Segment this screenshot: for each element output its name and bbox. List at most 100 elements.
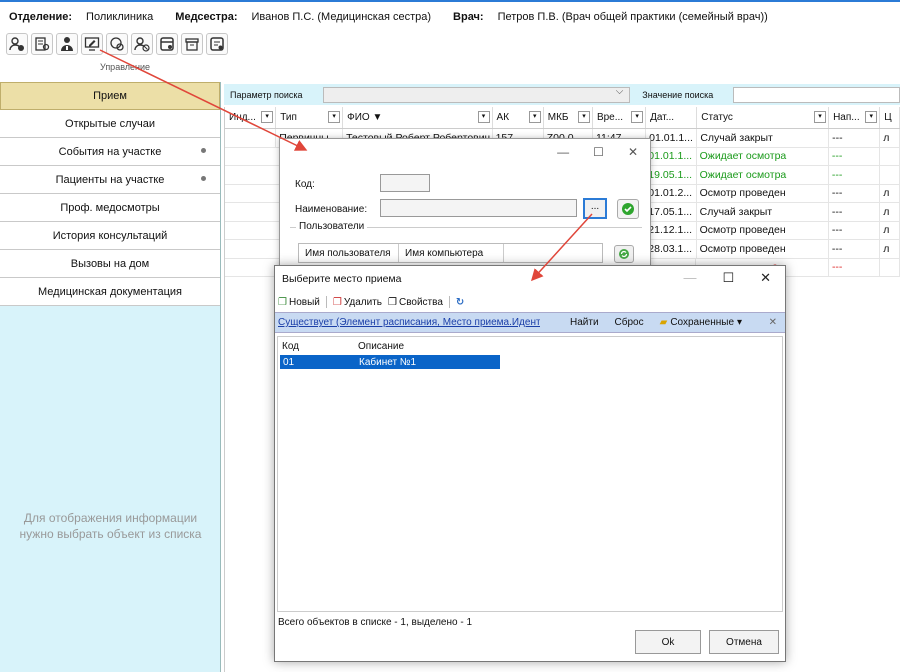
refresh-icon: [619, 249, 629, 259]
list-settings-button[interactable]: [206, 33, 228, 55]
window-button[interactable]: [156, 33, 178, 55]
sidebar-item-open-cases[interactable]: Открытые случаи: [0, 110, 220, 138]
search-param-select[interactable]: [323, 86, 631, 103]
cell-date: 01.01.2...: [645, 184, 697, 202]
list-item[interactable]: 01 Кабинет №1: [280, 355, 500, 369]
archive-icon: [185, 38, 199, 51]
new-doc-icon: ❐: [278, 296, 287, 308]
minimize-icon[interactable]: —: [683, 270, 696, 286]
col-c[interactable]: Ц: [880, 107, 900, 128]
minimize-icon[interactable]: —: [557, 145, 569, 159]
sidebar-item-area-patients[interactable]: Пациенты на участке: [0, 166, 220, 194]
col-computer: Имя компьютера: [399, 244, 504, 262]
col-type[interactable]: Тип ▾: [276, 107, 344, 128]
sidebar-item-label: Открытые случаи: [65, 117, 155, 130]
cell-status: Случай закрыт: [697, 203, 829, 221]
sidebar-item-checkups[interactable]: Проф. медосмотры: [0, 194, 220, 222]
cell-direction: ---: [829, 203, 881, 221]
filter-expression-link[interactable]: Существует (Элемент расписания, Место пр…: [278, 317, 540, 328]
monitor-button[interactable]: [81, 33, 103, 55]
filter-icon[interactable]: ▾: [814, 111, 827, 123]
new-button[interactable]: ❐ Новый: [278, 297, 320, 308]
chat-icon: [110, 37, 124, 51]
doctor-button[interactable]: [56, 33, 78, 55]
properties-button[interactable]: ❐ Свойства: [388, 297, 443, 308]
filter-icon[interactable]: ▾: [631, 111, 644, 123]
toolbar-separator: [448, 296, 450, 308]
col-ak[interactable]: АК ▾: [493, 107, 544, 128]
search-value-input[interactable]: [732, 86, 900, 103]
cell-date: 01.01.1...: [645, 147, 697, 165]
ok-button[interactable]: Ok: [635, 630, 701, 654]
card-button[interactable]: [31, 33, 53, 55]
sidebar-item-label: События на участке: [58, 145, 162, 158]
close-icon[interactable]: ✕: [628, 145, 638, 159]
search-bar: Параметр поиска Значение поиска: [224, 84, 900, 105]
item-description: Кабинет №1: [359, 356, 417, 368]
find-button[interactable]: Найти: [570, 317, 599, 328]
refresh-list-button[interactable]: ↻: [456, 297, 464, 308]
maximize-icon[interactable]: ☐: [722, 270, 734, 286]
dept-value: Поликлиника: [86, 11, 154, 23]
sidebar-item-reception[interactable]: Прием: [0, 82, 220, 110]
col-time[interactable]: Вре... ▾: [593, 107, 647, 128]
select-place-button[interactable]: ...: [583, 198, 607, 219]
item-code: 01: [283, 356, 295, 368]
reset-button[interactable]: Сброс: [615, 317, 644, 328]
cell-status: Осмотр проведен: [697, 221, 829, 239]
cell-direction: ---: [829, 184, 881, 202]
doctor-label: Врач:: [453, 11, 484, 23]
chat-button[interactable]: [106, 33, 128, 55]
sidebar-item-area-events[interactable]: События на участке: [0, 138, 220, 166]
filter-icon[interactable]: ▾: [477, 111, 490, 123]
user-status-button[interactable]: [6, 33, 28, 55]
cancel-button[interactable]: Отмена: [709, 630, 779, 654]
monitor-edit-icon: [84, 37, 100, 51]
col-date[interactable]: Дат...: [646, 107, 698, 128]
sidebar-item-label: Проф. медосмотры: [60, 201, 160, 214]
filter-icon[interactable]: ▾: [577, 111, 590, 123]
cell-c: [880, 166, 900, 184]
filter-icon[interactable]: ▾: [865, 111, 878, 123]
notification-dot: [201, 148, 206, 153]
filter-icon[interactable]: ▾: [328, 111, 341, 123]
confirm-button[interactable]: [617, 199, 639, 219]
cell-c: л: [880, 221, 900, 239]
col-mkb[interactable]: МКБ ▾: [544, 107, 593, 128]
cell-c: [880, 258, 900, 276]
sidebar-item-label: Вызовы на дом: [70, 257, 150, 270]
filter-icon[interactable]: ▾: [261, 111, 274, 123]
sidebar-empty-message: Для отображения информации нужно выбрать…: [19, 511, 202, 541]
dialog-toolbar: ❐ Новый ❐ Удалить ❐ Свойства ↻: [275, 292, 785, 312]
code-label: Код:: [295, 179, 315, 190]
cell-direction: ---: [829, 258, 881, 276]
user-remove-button[interactable]: [131, 33, 153, 55]
doctor-icon: [61, 37, 73, 51]
col-status[interactable]: Статус ▾: [697, 107, 830, 128]
cell-status: Ожидает осмотра: [697, 147, 829, 165]
delete-doc-icon: ❐: [332, 296, 342, 308]
sidebar-item-medical-docs[interactable]: Медицинская документация: [0, 278, 220, 306]
cell-direction: ---: [829, 221, 881, 239]
close-icon[interactable]: ✕: [760, 270, 771, 286]
refresh-button[interactable]: [614, 245, 634, 263]
col-fio[interactable]: ФИО ▼ ▾: [343, 107, 493, 128]
col-code[interactable]: Код: [278, 337, 354, 355]
clear-filter-icon[interactable]: ✕: [769, 317, 777, 328]
edit-dialog: — ☐ ✕ Код: Наименование: ... Пользовател…: [279, 138, 651, 268]
sidebar-item-consultations[interactable]: История консультаций: [0, 222, 220, 250]
saved-filters-button[interactable]: ▰ Сохраненные ▾: [660, 317, 742, 328]
col-direction[interactable]: Нап... ▾: [829, 107, 881, 128]
archive-button[interactable]: [181, 33, 203, 55]
maximize-icon[interactable]: ☐: [593, 145, 604, 159]
sidebar-item-home-calls[interactable]: Вызовы на дом: [0, 250, 220, 278]
sidebar-item-label: Пациенты на участке: [55, 173, 165, 186]
delete-button[interactable]: ❐ Удалить: [333, 297, 382, 308]
search-value-label: Значение поиска: [642, 89, 714, 100]
col-description[interactable]: Описание: [354, 337, 494, 355]
col-ind[interactable]: Инд... ▾: [225, 107, 277, 128]
code-field[interactable]: [380, 174, 430, 192]
name-field[interactable]: [380, 199, 577, 217]
filter-icon[interactable]: ▾: [528, 111, 541, 123]
cell-direction: ---: [829, 166, 881, 184]
